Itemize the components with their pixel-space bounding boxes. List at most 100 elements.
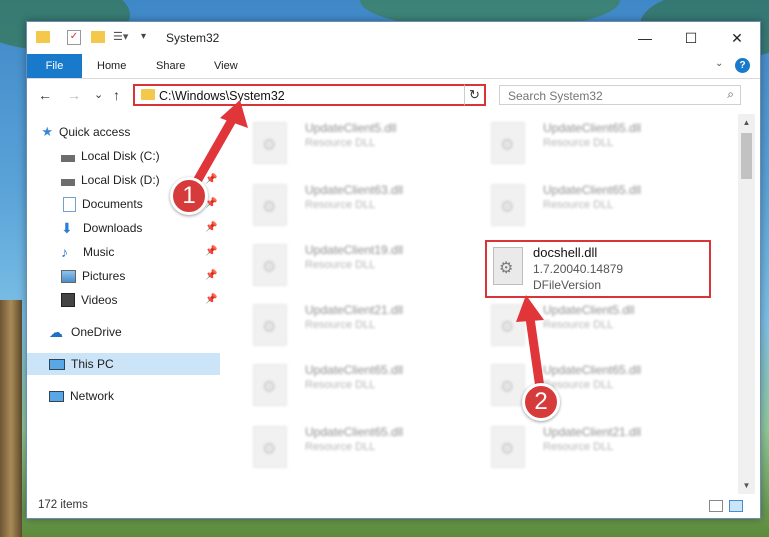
folder-icon (141, 89, 155, 100)
navigation-pane: ★ Quick access Local Disk (C:) Local Dis… (27, 114, 220, 494)
tab-file[interactable]: File (27, 54, 82, 78)
dll-file-icon (253, 184, 287, 226)
file-name: UpdateClient21.dll (305, 303, 404, 317)
file-item[interactable]: UpdateClient21.dll Resource DLL (243, 300, 473, 352)
back-button[interactable]: ← (38, 87, 52, 103)
file-list: UpdateClient5.dll Resource DLL UpdateCli… (233, 114, 738, 494)
sidebar-item-label: Quick access (59, 125, 131, 139)
view-options-icon[interactable]: ☰▾ (113, 30, 128, 44)
callout-2: 2 (522, 383, 560, 421)
file-name: UpdateClient65.dll (305, 363, 404, 377)
file-item[interactable]: UpdateClient5.dll Resource DLL (243, 118, 473, 170)
file-name: UpdateClient63.dll (305, 183, 404, 197)
address-path[interactable]: C:\Windows\System32 (159, 89, 285, 103)
sidebar-item-label: Videos (81, 293, 118, 307)
documents-icon (63, 196, 76, 212)
tiles-view-icon[interactable] (729, 500, 743, 512)
sidebar-item-this-pc[interactable]: This PC (27, 353, 220, 375)
item-count: 172 items (38, 499, 88, 511)
status-bar: 172 items (27, 494, 760, 518)
tab-share[interactable]: Share (156, 54, 185, 78)
recent-locations-button[interactable]: ⌄ (94, 88, 103, 101)
sidebar-item-network[interactable]: Network (27, 385, 220, 407)
file-name: UpdateClient5.dll (543, 303, 635, 317)
callout-1: 1 (170, 177, 208, 215)
file-item[interactable]: UpdateClient65.dll Resource DLL (481, 118, 711, 170)
customize-toolbar-icon[interactable]: ▾ (141, 30, 155, 44)
dll-file-icon (253, 364, 287, 406)
vertical-scrollbar[interactable]: ▲ ▼ (738, 114, 755, 494)
file-item[interactable]: UpdateClient63.dll Resource DLL (243, 180, 473, 232)
dll-file-icon (253, 122, 287, 164)
tab-view[interactable]: View (214, 54, 238, 78)
up-button[interactable]: ↑ (113, 87, 120, 103)
file-version: 1.7.20040.14879 (533, 262, 624, 276)
sidebar-item-label: This PC (71, 357, 114, 371)
highlighted-file-item[interactable]: docshell.dll 1.7.20040.14879 DFileVersio… (485, 240, 711, 298)
sidebar-item-quick-access[interactable]: ★ Quick access (27, 121, 220, 143)
videos-icon (61, 293, 75, 307)
file-item[interactable]: UpdateClient21.dll Resource DLL (481, 422, 711, 474)
music-icon: ♪ (61, 244, 68, 260)
dll-file-icon (491, 122, 525, 164)
file-type: Resource DLL (543, 319, 614, 331)
sidebar-item-music[interactable]: ♪ Music 📌 (27, 241, 220, 263)
file-type: Resource DLL (305, 379, 376, 391)
file-name: UpdateClient65.dll (305, 425, 404, 439)
file-item[interactable]: UpdateClient65.dll Resource DLL (243, 360, 473, 412)
close-button[interactable]: ✕ (714, 22, 760, 54)
sidebar-item-label: Music (83, 245, 115, 259)
pictures-icon (61, 269, 76, 283)
file-name: UpdateClient21.dll (543, 425, 642, 439)
address-bar[interactable]: C:\Windows\System32 ⌄ (133, 84, 486, 106)
sidebar-item-pictures[interactable]: Pictures 📌 (27, 265, 220, 287)
file-item[interactable]: UpdateClient65.dll Resource DLL (481, 360, 711, 412)
sidebar-item-label: Network (70, 389, 115, 403)
sidebar-item-downloads[interactable]: ⬇ Downloads 📌 (27, 217, 220, 239)
pin-icon[interactable]: 📌 (205, 294, 217, 305)
scroll-up-button[interactable]: ▲ (738, 114, 755, 131)
sidebar-item-local-disk-c[interactable]: Local Disk (C:) (27, 145, 220, 167)
dll-file-icon (253, 304, 287, 346)
pin-icon[interactable]: 📌 (205, 246, 217, 257)
search-input[interactable] (500, 86, 720, 106)
ribbon-expand-icon[interactable]: ⌄ (715, 58, 723, 69)
sidebar-item-label: Documents (82, 197, 143, 211)
tab-home[interactable]: Home (97, 54, 126, 78)
computer-icon (49, 359, 65, 370)
download-icon: ⬇ (61, 220, 73, 236)
file-item[interactable]: UpdateClient5.dll Resource DLL (481, 300, 711, 352)
file-name: UpdateClient65.dll (543, 121, 642, 135)
file-item[interactable]: UpdateClient65.dll Resource DLL (481, 180, 711, 232)
forward-button[interactable]: → (67, 87, 81, 103)
refresh-button[interactable]: ↻ (464, 84, 486, 106)
file-item[interactable]: UpdateClient19.dll Resource DLL (243, 240, 473, 292)
properties-icon[interactable]: ✓ (67, 30, 81, 45)
scroll-down-button[interactable]: ▼ (738, 477, 755, 494)
file-type: Resource DLL (305, 441, 376, 453)
file-type: Resource DLL (543, 199, 614, 211)
new-folder-icon[interactable] (91, 31, 105, 43)
scroll-thumb[interactable] (741, 133, 752, 179)
pin-icon[interactable]: 📌 (205, 270, 217, 281)
pin-icon[interactable]: 📌 (205, 222, 217, 233)
sidebar-item-label: Local Disk (C:) (81, 149, 160, 163)
help-icon[interactable]: ? (735, 58, 750, 73)
dll-file-icon (493, 247, 523, 285)
sidebar-item-videos[interactable]: Videos 📌 (27, 289, 220, 311)
title-bar: ✓ ☰▾ ▾ System32 — ☐ ✕ (27, 22, 760, 54)
navigation-bar: ← → ⌄ ↑ C:\Windows\System32 ⌄ ↻ ⌕ (27, 79, 760, 111)
background-palm-trunk (0, 300, 22, 537)
minimize-button[interactable]: — (622, 22, 668, 54)
search-box[interactable]: ⌕ (499, 85, 741, 106)
file-item[interactable]: UpdateClient65.dll Resource DLL (243, 422, 473, 474)
file-name: UpdateClient65.dll (543, 363, 642, 377)
explorer-window: ✓ ☰▾ ▾ System32 — ☐ ✕ File Home Share Vi… (26, 21, 761, 519)
file-name: UpdateClient19.dll (305, 243, 404, 257)
search-icon[interactable]: ⌕ (727, 87, 734, 102)
pin-icon[interactable]: 📌 (205, 174, 217, 185)
sidebar-item-onedrive[interactable]: ☁ OneDrive (27, 321, 220, 343)
maximize-button[interactable]: ☐ (668, 22, 714, 54)
sidebar-item-label: Local Disk (D:) (81, 173, 160, 187)
details-view-icon[interactable] (709, 500, 723, 512)
